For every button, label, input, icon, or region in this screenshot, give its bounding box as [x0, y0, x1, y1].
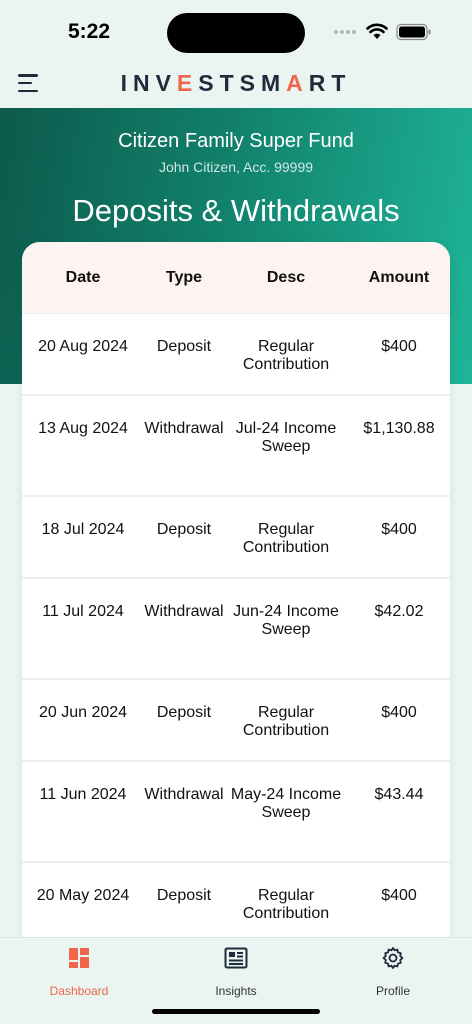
row-amount: $43.44 — [374, 786, 424, 803]
column-header-type[interactable]: Type — [144, 269, 224, 287]
row-type: Withdrawal — [144, 420, 224, 437]
row-type: Deposit — [156, 704, 212, 721]
table-row[interactable]: 20 May 2024 Deposit Regular Contribution… — [22, 863, 450, 942]
row-amount: $400 — [381, 521, 417, 538]
row-desc: Jul-24 Income Sweep — [235, 420, 337, 455]
row-date: 20 May 2024 — [36, 887, 130, 904]
row-date: 11 Jun 2024 — [39, 786, 127, 803]
nav-dashboard[interactable]: Dashboard — [24, 946, 134, 998]
nav-profile-label: Profile — [375, 984, 410, 998]
row-date: 13 Aug 2024 — [38, 420, 128, 437]
row-type: Deposit — [156, 887, 212, 904]
row-desc: Jun-24 Income Sweep — [233, 603, 339, 638]
page-title: Deposits & Withdrawals — [72, 193, 400, 228]
nav-profile[interactable]: Profile — [338, 946, 448, 998]
home-indicator — [152, 1009, 320, 1014]
fund-name: Citizen Family Super Fund — [118, 130, 354, 152]
row-desc: Regular Contribution — [242, 887, 330, 922]
column-header-desc[interactable]: Desc — [224, 269, 348, 287]
signal-icon — [334, 30, 356, 34]
wifi-icon — [366, 23, 388, 39]
row-desc: May-24 Income Sweep — [230, 786, 342, 821]
nav-insights[interactable]: Insights — [181, 946, 291, 998]
insights-icon — [224, 947, 248, 969]
dynamic-island — [167, 13, 305, 53]
row-type: Deposit — [156, 338, 212, 355]
gear-icon — [382, 947, 404, 969]
table-row[interactable]: 18 Jul 2024 Deposit Regular Contribution… — [22, 497, 450, 579]
table-row[interactable]: 11 Jun 2024 Withdrawal May-24 Income Swe… — [22, 762, 450, 863]
column-header-amount[interactable]: Amount — [348, 269, 450, 287]
status-time: 5:22 — [68, 20, 111, 43]
row-date: 20 Jun 2024 — [38, 704, 128, 721]
row-amount: $400 — [381, 704, 417, 721]
battery-icon — [396, 23, 431, 41]
row-desc: Regular Contribution — [242, 338, 330, 373]
nav-insights-label: Insights — [215, 984, 257, 998]
table-row[interactable]: 20 Jun 2024 Deposit Regular Contribution… — [22, 680, 450, 762]
row-amount: $42.02 — [374, 603, 424, 620]
table-row[interactable]: 13 Aug 2024 Withdrawal Jul-24 Income Swe… — [22, 396, 450, 497]
row-date: 11 Jul 2024 — [42, 603, 124, 620]
transactions-table: Date Type Desc Amount 20 Aug 2024 Deposi… — [22, 242, 450, 942]
table-row[interactable]: 11 Jul 2024 Withdrawal Jun-24 Income Swe… — [22, 579, 450, 680]
row-date: 20 Aug 2024 — [38, 338, 128, 355]
row-amount: $400 — [381, 338, 417, 355]
table-row[interactable]: 20 Aug 2024 Deposit Regular Contribution… — [22, 314, 450, 396]
nav-dashboard-label: Dashboard — [49, 984, 109, 998]
status-bar: 5:22 — [0, 0, 472, 64]
account-line: John Citizen, Acc. 99999 — [158, 159, 314, 175]
row-type: Withdrawal — [144, 603, 224, 620]
dashboard-icon — [69, 948, 89, 968]
app-header: INVESTSMART — [0, 64, 472, 108]
row-date: 18 Jul 2024 — [41, 521, 125, 538]
row-desc: Regular Contribution — [242, 521, 330, 556]
table-header: Date Type Desc Amount — [22, 242, 450, 314]
row-type: Deposit — [156, 521, 212, 538]
column-header-date[interactable]: Date — [22, 269, 144, 287]
row-amount: $1,130.88 — [363, 420, 435, 437]
row-desc: Regular Contribution — [242, 704, 330, 739]
row-amount: $400 — [381, 887, 417, 904]
row-type: Withdrawal — [144, 786, 224, 803]
investsmart-logo: INVESTSMART — [120, 70, 352, 96]
